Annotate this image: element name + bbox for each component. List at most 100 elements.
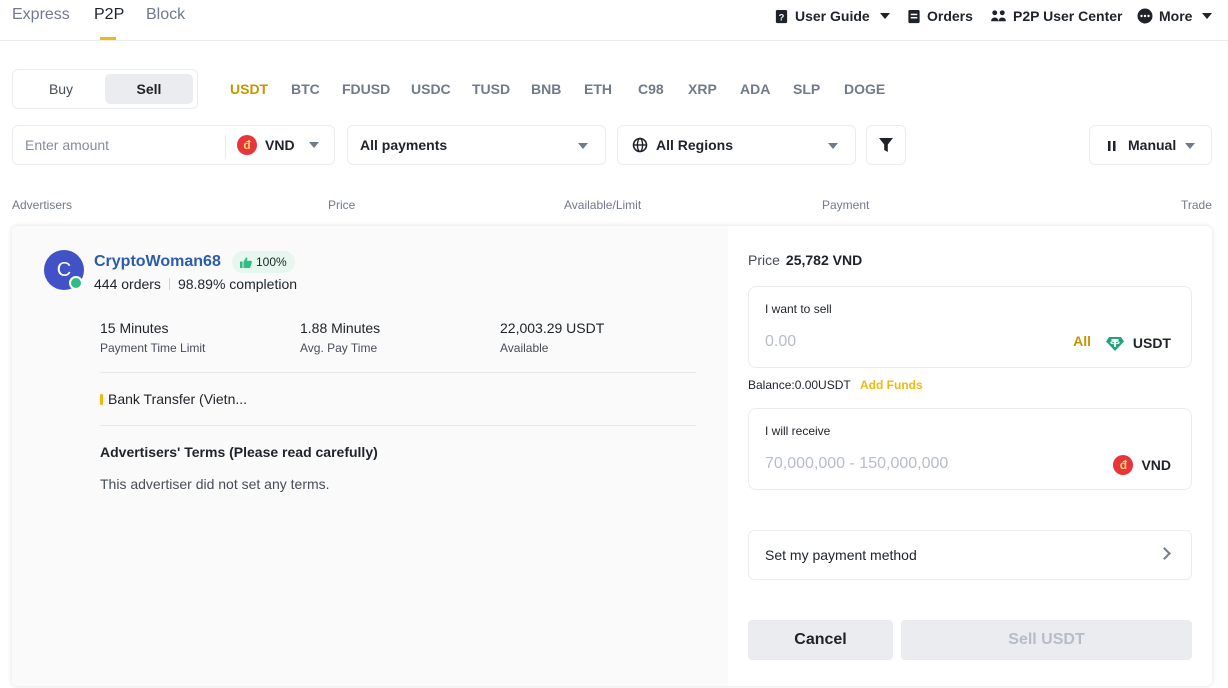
receive-amount-box: I will receive 70,000,000 - 150,000,000 …	[748, 408, 1192, 490]
orders-link[interactable]: Orders	[907, 8, 973, 24]
header-price: Price	[328, 198, 356, 212]
vnd-currency-icon: đ	[1113, 455, 1134, 475]
receive-caption: I will receive	[765, 424, 831, 438]
coin-tab-btc[interactable]: BTC	[291, 81, 320, 97]
chevron-right-icon	[1158, 547, 1171, 560]
usdt-icon	[1105, 337, 1124, 351]
active-tab-indicator	[100, 37, 116, 40]
header-payment: Payment	[822, 198, 870, 212]
completion-rate: 98.89% completion	[177, 276, 298, 292]
advertiser-name[interactable]: CryptoWoman68	[94, 253, 221, 271]
amount-filter: đ VND	[12, 125, 335, 165]
sell-amount-input[interactable]: 0.00	[765, 333, 796, 351]
tab-p2p[interactable]: P2P	[94, 6, 124, 24]
terms-body: This advertiser did not set any terms.	[100, 476, 330, 492]
tab-express[interactable]: Express	[12, 6, 70, 24]
user-center-link[interactable]: P2P User Center	[990, 8, 1122, 24]
chevron-down-icon	[308, 142, 319, 148]
sell-usdt-button[interactable]: Sell USDT	[901, 620, 1192, 660]
amount-input[interactable]	[25, 135, 225, 155]
header-available: Available/Limit	[564, 198, 642, 212]
payment-method-label: Bank Transfer (Vietn...	[108, 391, 248, 407]
tab-block[interactable]: Block	[146, 6, 185, 24]
filter-button[interactable]	[866, 125, 906, 165]
payment-time-value: 15 Minutes	[100, 320, 169, 336]
rating-badge: 100%	[232, 251, 295, 273]
sell-unit-label: USDT	[1132, 335, 1171, 351]
divider	[100, 372, 696, 373]
more-icon	[1137, 8, 1153, 24]
cancel-button[interactable]: Cancel	[748, 620, 893, 660]
coin-tab-usdt[interactable]: USDT	[230, 81, 268, 97]
chevron-down-icon	[578, 143, 588, 149]
price-row: Price 25,782 VND	[748, 252, 862, 268]
terms-title: Advertisers' Terms (Please read carefull…	[100, 444, 378, 460]
payment-method-marker	[100, 393, 103, 405]
user-guide-label: User Guide	[795, 8, 870, 24]
payments-select[interactable]: All payments	[347, 125, 606, 165]
receive-unit-label: VND	[1141, 457, 1171, 473]
coin-tab-tusd[interactable]: TUSD	[472, 81, 510, 97]
svg-text:?: ?	[779, 12, 785, 22]
coin-tab-bnb[interactable]: BNB	[531, 81, 561, 97]
funnel-icon	[879, 138, 893, 152]
chevron-down-icon	[828, 143, 838, 149]
coin-tab-usdc[interactable]: USDC	[411, 81, 451, 97]
sell-amount-box: I want to sell 0.00 All USDT	[748, 286, 1192, 368]
coin-tab-xrp[interactable]: XRP	[688, 81, 717, 97]
all-button[interactable]: All	[1073, 333, 1091, 349]
chevron-down-icon	[1185, 143, 1195, 149]
buy-button[interactable]: Buy	[17, 74, 105, 104]
users-icon	[991, 9, 1006, 21]
buy-sell-toggle: Buy Sell	[12, 69, 198, 109]
orders-label: Orders	[927, 8, 973, 24]
advertiser-details: C CryptoWoman68 100% 444 orders 98.89% c…	[12, 226, 728, 686]
sort-select[interactable]: Manual	[1089, 125, 1212, 165]
globe-icon	[632, 137, 648, 153]
more-label: More	[1159, 8, 1193, 24]
divider	[168, 278, 170, 290]
currency-label: VND	[265, 137, 295, 153]
vnd-currency-icon: đ	[237, 135, 257, 155]
regions-select[interactable]: All Regions	[617, 125, 856, 165]
header-advertisers: Advertisers	[12, 198, 73, 212]
add-funds-link[interactable]: Add Funds	[860, 378, 923, 392]
balance-label: Balance:	[748, 378, 795, 392]
set-payment-method-button[interactable]: Set my payment method	[748, 530, 1192, 580]
rating-value: 100%	[256, 255, 287, 269]
set-payment-method-label: Set my payment method	[765, 547, 917, 563]
avg-pay-label: Avg. Pay Time	[300, 341, 378, 355]
advertiser-stats: 444 orders 98.89% completion	[94, 276, 297, 292]
user-guide-menu[interactable]: ? User Guide	[774, 8, 890, 24]
more-menu[interactable]: More	[1137, 8, 1213, 24]
sell-caption: I want to sell	[765, 302, 832, 316]
top-navigation: Express P2P Block ? User Guide Orders P2…	[0, 0, 1228, 41]
available-label: Available	[500, 341, 549, 355]
payment-time-label: Payment Time Limit	[100, 341, 206, 355]
divider	[100, 425, 696, 426]
sell-button[interactable]: Sell	[105, 74, 193, 104]
payments-label: All payments	[360, 137, 448, 153]
balance-value: 0.00USDT	[794, 378, 851, 392]
coin-tab-fdusd[interactable]: FDUSD	[342, 81, 390, 97]
coin-tab-eth[interactable]: ETH	[584, 81, 612, 97]
header-trade: Trade	[1181, 198, 1212, 212]
sell-unit: USDT	[1105, 333, 1171, 353]
order-count: 444 orders	[94, 276, 161, 292]
user-center-label: P2P User Center	[1013, 8, 1123, 24]
divider	[225, 134, 226, 158]
balance-info: Balance:0.00USDT	[748, 378, 851, 392]
regions-label: All Regions	[656, 137, 734, 153]
receive-amount-input[interactable]: 70,000,000 - 150,000,000	[765, 455, 948, 473]
chevron-down-icon	[1202, 13, 1213, 19]
expanded-ad-card: C CryptoWoman68 100% 444 orders 98.89% c…	[12, 226, 1212, 686]
payment-method-tag: Bank Transfer (Vietn...	[100, 391, 247, 407]
currency-select[interactable]: đ VND	[237, 135, 319, 155]
thumbs-up-icon	[240, 256, 252, 268]
coin-tab-c98[interactable]: C98	[638, 81, 664, 97]
coin-tab-ada[interactable]: ADA	[740, 81, 770, 97]
pause-icon	[1108, 141, 1116, 151]
coin-tab-slp[interactable]: SLP	[793, 81, 820, 97]
coin-tab-doge[interactable]: DOGE	[844, 81, 885, 97]
chevron-down-icon	[879, 13, 890, 19]
